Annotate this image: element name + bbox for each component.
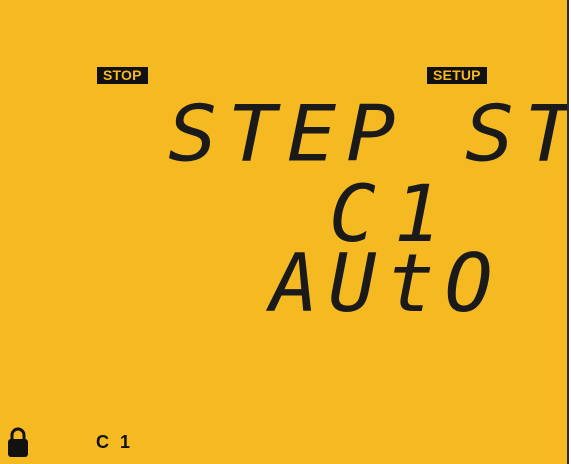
lock-icon	[8, 427, 28, 457]
stop-indicator: STOP	[97, 67, 148, 84]
lcd-display: STOP SETUP STEP STA C1 AUtO C 1	[0, 0, 569, 464]
parameter-name-text: STEP STA	[168, 89, 567, 180]
parameter-value-text: AUtO	[270, 237, 503, 330]
channel-label: C 1	[96, 432, 134, 452]
setup-indicator: SETUP	[427, 67, 487, 84]
